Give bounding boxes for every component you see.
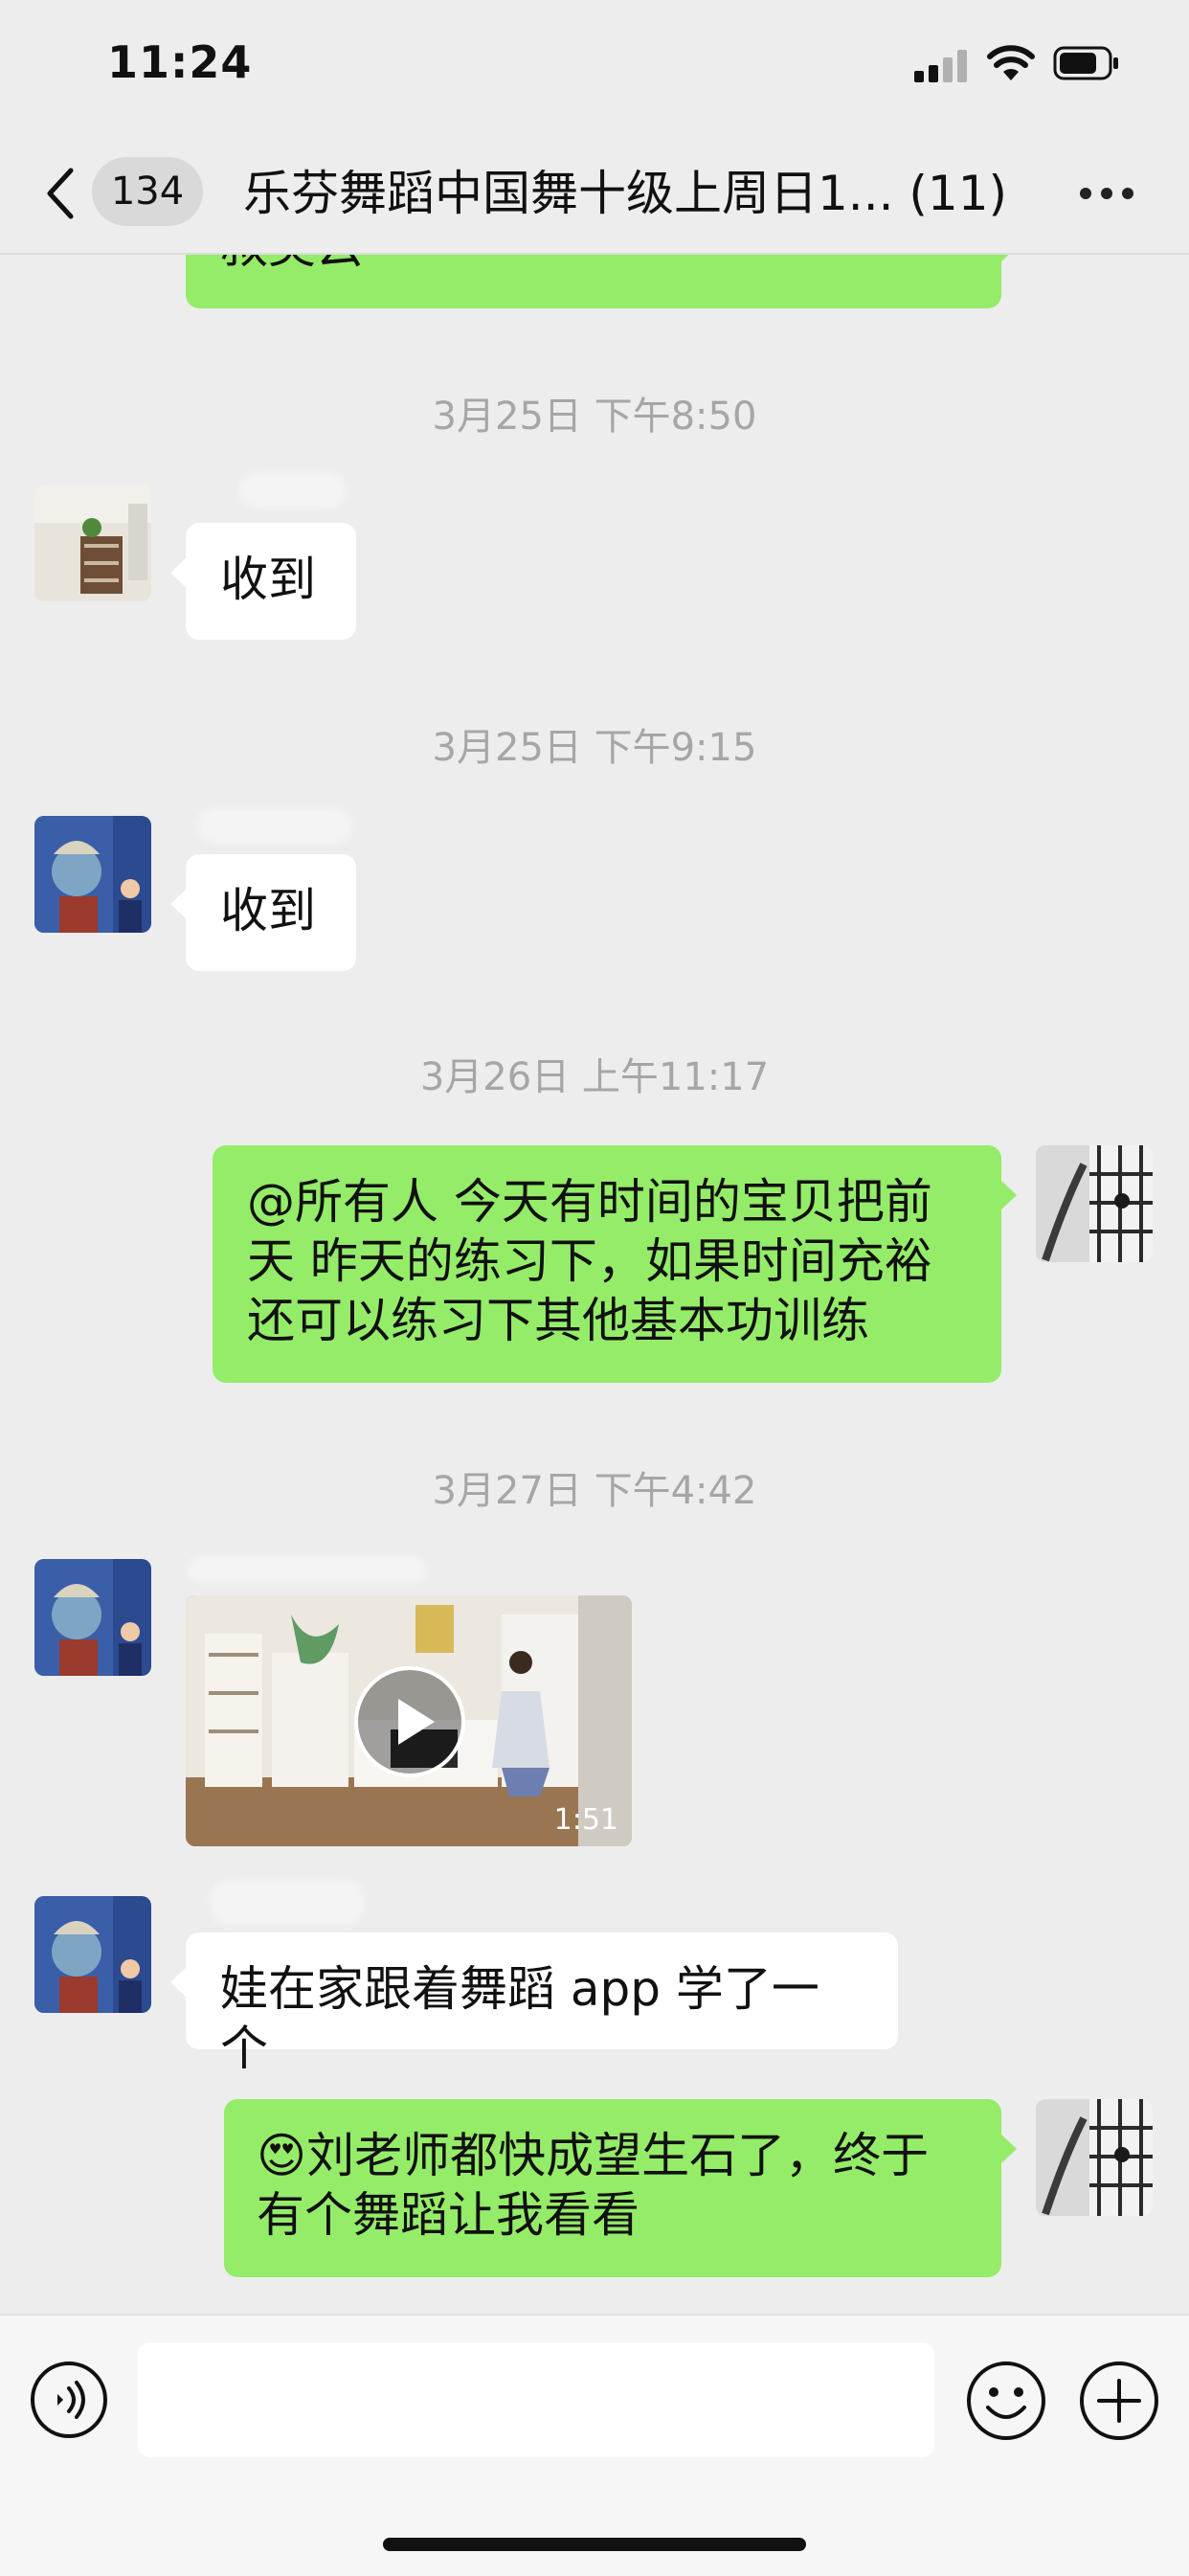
- avatar[interactable]: [34, 485, 151, 601]
- emoji-icon[interactable]: [965, 2360, 1047, 2442]
- timestamp: 3月25日 下午8:50: [432, 395, 757, 439]
- chat-header: 134 乐芬舞蹈中国舞十级上周日1... (11): [0, 134, 1189, 255]
- home-indicator[interactable]: [383, 2538, 806, 2551]
- timestamp: 3月27日 下午4:42: [432, 1469, 757, 1513]
- avatar-self[interactable]: [1036, 2099, 1153, 2216]
- message-bubble-outgoing[interactable]: 叔美云: [186, 255, 1017, 308]
- video-message[interactable]: 1:51: [186, 1595, 632, 1846]
- back-chevron-icon[interactable]: [42, 165, 80, 222]
- sender-name-redacted: [188, 1557, 427, 1582]
- battery-icon: [1053, 46, 1118, 80]
- status-bar: 11:24: [0, 0, 1189, 134]
- avatar[interactable]: [34, 1896, 151, 2013]
- message-bubble-incoming[interactable]: 娃在家跟着舞蹈 app 学了一个: [170, 1932, 898, 2076]
- message-text: 叔美云: [220, 255, 364, 274]
- more-icon[interactable]: [1078, 184, 1135, 203]
- message-text: 娃在家跟着舞蹈 app 学了一个: [220, 1961, 819, 2076]
- sender-name-redacted: [197, 808, 352, 843]
- sender-name-redacted: [211, 1881, 364, 1925]
- signal-icon: [914, 50, 968, 82]
- timestamp: 3月26日 上午11:17: [419, 1055, 770, 1099]
- input-bar: [0, 2314, 1189, 2576]
- avatar[interactable]: [34, 816, 151, 933]
- message-bubble-outgoing[interactable]: @所有人 今天有时间的宝贝把前天 昨天的练习下，如果时间充裕还可以练习下其他基本…: [213, 1145, 1017, 1383]
- chat-title: 乐芬舞蹈中国舞十级上周日1... (11): [243, 166, 1008, 221]
- video-duration: 1:51: [553, 1803, 618, 1837]
- wifi-icon: [987, 45, 1035, 80]
- unread-count-badge[interactable]: 134: [92, 157, 203, 226]
- message-list[interactable]: 叔美云 3月25日 下午8:50 收到 3月25日 下午9:15: [0, 255, 1189, 2314]
- sender-name-redacted: [239, 473, 347, 508]
- message-input[interactable]: [138, 2342, 934, 2457]
- timestamp: 3月25日 下午9:15: [432, 726, 757, 770]
- message-text: 收到: [220, 883, 316, 938]
- message-bubble-incoming[interactable]: 收到: [170, 854, 356, 971]
- emoji: 😍: [257, 2128, 307, 2183]
- message-bubble-incoming[interactable]: 收到: [170, 523, 356, 640]
- voice-icon[interactable]: [29, 2360, 109, 2440]
- status-time: 11:24: [107, 36, 253, 88]
- message-bubble-outgoing[interactable]: 😍刘老师都快成望生石了，终于有个舞蹈让我看看: [224, 2099, 1017, 2277]
- play-icon[interactable]: [352, 1664, 467, 1779]
- message-text: 收到: [220, 552, 316, 607]
- message-text: 刘老师都快成望生石了，终于有个舞蹈让我看看: [257, 2128, 930, 2243]
- avatar[interactable]: [34, 1559, 151, 1676]
- message-text: @所有人 今天有时间的宝贝把前天 昨天的练习下，如果时间充裕还可以练习下其他基本…: [247, 1174, 932, 1348]
- add-icon[interactable]: [1078, 2360, 1160, 2442]
- avatar-self[interactable]: [1036, 1145, 1153, 1262]
